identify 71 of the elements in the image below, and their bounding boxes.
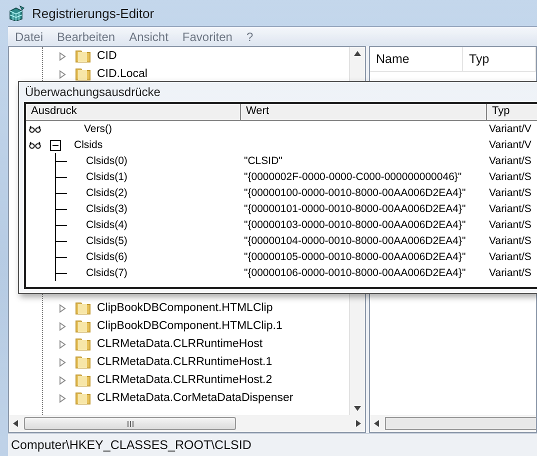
menu-item[interactable]: ? bbox=[239, 30, 260, 44]
value-text: "{00000104-0000-0010-8000-00AA006D2EA4}" bbox=[243, 235, 467, 247]
tree-item[interactable]: CLRMetaData.CLRRuntimeHost bbox=[97, 338, 263, 350]
value-text: "{00000103-0000-0010-8000-00AA006D2EA4}" bbox=[243, 219, 467, 231]
scroll-right-icon[interactable] bbox=[356, 420, 361, 427]
expression-text: Clsids(7) bbox=[86, 267, 128, 279]
tree-item[interactable]: CLRMetaData.CLRRuntimeHost.1 bbox=[97, 356, 272, 368]
expression-text: Clsids(6) bbox=[86, 251, 128, 263]
folder-icon bbox=[75, 319, 91, 333]
folder-icon bbox=[75, 355, 91, 369]
folder-icon bbox=[75, 67, 91, 81]
tree-item[interactable]: CLRMetaData.CorMetaDataDispenser bbox=[97, 392, 294, 404]
column-header[interactable]: Typ bbox=[487, 104, 537, 121]
type-text: Variant/V bbox=[488, 123, 532, 135]
folder-icon bbox=[75, 391, 91, 405]
horizontal-scrollbar[interactable] bbox=[370, 415, 536, 432]
menu-item[interactable]: Datei bbox=[8, 30, 50, 44]
menu-item[interactable]: Favoriten bbox=[175, 30, 240, 44]
value-text: "{00000101-0000-0010-8000-00AA006D2EA4}" bbox=[243, 203, 467, 215]
type-text: Variant/S bbox=[488, 235, 532, 247]
scroll-left-icon[interactable] bbox=[13, 420, 18, 427]
type-text: Variant/S bbox=[488, 203, 532, 215]
collapse-icon[interactable] bbox=[50, 140, 61, 150]
expression-text: Vers() bbox=[84, 123, 112, 135]
menu-item[interactable]: Ansicht bbox=[122, 30, 176, 44]
grip-icon bbox=[126, 420, 134, 426]
scroll-left-icon[interactable] bbox=[374, 420, 379, 427]
expression-text: Clsids(1) bbox=[86, 171, 128, 183]
expression-text: Clsids(0) bbox=[86, 155, 128, 167]
menu-item[interactable]: Bearbeiten bbox=[50, 30, 122, 44]
value-text: "{00000100-0000-0010-8000-00AA006D2EA4}" bbox=[243, 187, 467, 199]
scroll-down-icon[interactable] bbox=[354, 406, 361, 411]
type-text: Variant/V bbox=[488, 139, 532, 151]
column-header[interactable]: Name bbox=[370, 47, 463, 71]
value-text: "{0000002F-0000-0000-C000-000000000046}" bbox=[243, 171, 463, 183]
folder-icon bbox=[75, 337, 91, 351]
glasses-icon bbox=[29, 125, 41, 133]
tree-item[interactable]: CLRMetaData.CLRRuntimeHost.2 bbox=[97, 374, 272, 386]
value-text: "{00000106-0000-0010-8000-00AA006D2EA4}" bbox=[243, 267, 467, 279]
type-text: Variant/S bbox=[488, 251, 532, 263]
column-header[interactable]: Typ bbox=[463, 47, 536, 71]
column-header[interactable]: Wert bbox=[241, 104, 487, 121]
scroll-up-icon[interactable] bbox=[354, 51, 361, 56]
folder-icon bbox=[75, 373, 91, 387]
horizontal-scrollbar[interactable] bbox=[9, 415, 365, 432]
expression-text: Clsids bbox=[74, 139, 103, 151]
expression-text: Clsids(5) bbox=[86, 235, 128, 247]
folder-icon bbox=[75, 49, 91, 63]
type-text: Variant/S bbox=[488, 267, 532, 279]
value-text: "CLSID" bbox=[243, 155, 284, 167]
type-text: Variant/S bbox=[488, 219, 532, 231]
type-text: Variant/S bbox=[488, 155, 532, 167]
window-title: Registrierungs-Editor bbox=[32, 6, 154, 20]
scrollbar-thumb[interactable] bbox=[385, 417, 536, 430]
scrollbar-thumb[interactable] bbox=[24, 417, 236, 430]
glasses-icon bbox=[29, 141, 41, 149]
tree-item[interactable]: CID bbox=[97, 50, 117, 62]
tree-item[interactable]: CID.Local bbox=[97, 68, 148, 80]
status-path: Computer\HKEY_CLASSES_ROOT\CLSID bbox=[11, 438, 252, 452]
expression-text: Clsids(2) bbox=[86, 187, 128, 199]
type-text: Variant/S bbox=[488, 187, 532, 199]
value-text: "{00000105-0000-0010-8000-00AA006D2EA4}" bbox=[243, 251, 467, 263]
expression-text: Clsids(4) bbox=[86, 219, 128, 231]
watch-window-title: Überwachungsausdrücke bbox=[24, 84, 162, 101]
registry-editor-icon bbox=[8, 5, 26, 21]
tree-item[interactable]: ClipBookDBComponent.HTMLClip bbox=[97, 302, 273, 314]
column-header[interactable]: Ausdruck bbox=[26, 104, 241, 121]
folder-icon bbox=[75, 301, 91, 315]
tree-item[interactable]: ClipBookDBComponent.HTMLClip.1 bbox=[97, 320, 282, 332]
type-text: Variant/S bbox=[488, 171, 532, 183]
expression-text: Clsids(3) bbox=[86, 203, 128, 215]
